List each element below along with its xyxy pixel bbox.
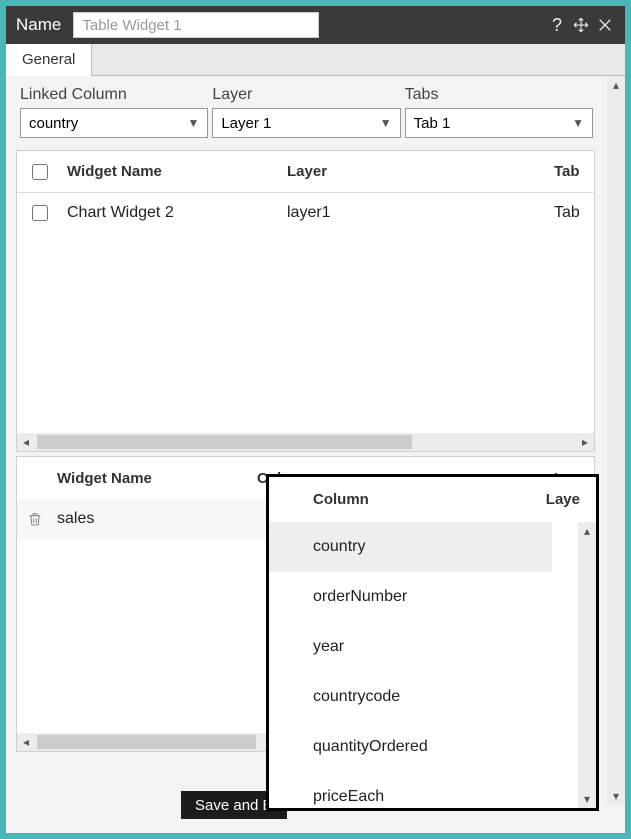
widgets-table: Widget Name Layer Tab Chart Widget 2 lay… xyxy=(16,150,595,452)
tabs-label: Tabs xyxy=(405,86,593,104)
layer-value: Layer 1 xyxy=(221,115,271,132)
dropdown-option[interactable]: quantityOrdered xyxy=(313,722,596,772)
move-icon[interactable] xyxy=(571,15,591,35)
select-all-checkbox[interactable] xyxy=(32,164,48,180)
filter-tabs: Tabs Tab 1 ▼ xyxy=(403,86,595,138)
dropdown-header-column: Column xyxy=(313,491,369,508)
dropdown-header-layer: Laye xyxy=(546,491,580,508)
dropdown-option[interactable]: country xyxy=(269,522,552,572)
col-layer: Layer xyxy=(283,163,554,180)
table-header: Widget Name Layer Tab xyxy=(17,151,594,193)
dropdown-option[interactable]: year xyxy=(313,622,596,672)
layer-label: Layer xyxy=(212,86,400,104)
scroll-thumb[interactable] xyxy=(37,735,256,749)
table-row[interactable]: Chart Widget 2 layer1 Tab xyxy=(17,193,594,233)
scroll-left-icon[interactable]: ◂ xyxy=(17,733,35,751)
chevron-down-icon: ▼ xyxy=(380,116,392,130)
column-dropdown: Column Laye country orderNumber year cou… xyxy=(266,474,599,811)
col-tab: Tab xyxy=(554,163,594,180)
tab-general[interactable]: General xyxy=(6,44,92,76)
dropdown-option[interactable]: orderNumber xyxy=(313,572,596,622)
scroll-down-icon[interactable]: ▾ xyxy=(578,790,596,808)
dropdown-option[interactable]: countrycode xyxy=(313,672,596,722)
row-checkbox[interactable] xyxy=(32,205,48,221)
layer-select[interactable]: Layer 1 ▼ xyxy=(212,108,400,138)
linked-column-value: country xyxy=(29,115,78,132)
name-label: Name xyxy=(16,15,61,35)
scroll-down-icon[interactable]: ▾ xyxy=(607,787,625,805)
delete-icon[interactable] xyxy=(17,510,53,528)
filter-layer: Layer Layer 1 ▼ xyxy=(210,86,402,138)
linked-column-select[interactable]: country ▼ xyxy=(20,108,208,138)
help-icon[interactable]: ? xyxy=(547,15,567,35)
scroll-up-icon[interactable]: ▴ xyxy=(607,76,625,94)
col-widget-name: Widget Name xyxy=(53,470,253,487)
chevron-down-icon: ▼ xyxy=(187,116,199,130)
dropdown-list: country orderNumber year countrycode qua… xyxy=(269,522,596,808)
dialog-frame: Name ? General ▴ ▾ Linked Column xyxy=(0,0,631,839)
row-name: sales xyxy=(53,510,253,528)
horizontal-scrollbar[interactable]: ◂ ▸ xyxy=(17,433,594,451)
scroll-right-icon[interactable]: ▸ xyxy=(576,433,594,451)
linked-column-label: Linked Column xyxy=(20,86,208,104)
scroll-left-icon[interactable]: ◂ xyxy=(17,433,35,451)
row-tab: Tab xyxy=(554,204,594,222)
col-widget-name: Widget Name xyxy=(63,163,283,180)
chevron-down-icon: ▼ xyxy=(572,116,584,130)
title-bar: Name ? xyxy=(6,6,625,44)
scroll-up-icon[interactable]: ▴ xyxy=(578,522,596,540)
tab-strip: General xyxy=(6,44,625,76)
dropdown-scrollbar[interactable]: ▴ ▾ xyxy=(578,522,596,808)
close-icon[interactable] xyxy=(595,15,615,35)
scroll-thumb[interactable] xyxy=(37,435,412,449)
row-layer: layer1 xyxy=(283,204,554,222)
tabs-select[interactable]: Tab 1 ▼ xyxy=(405,108,593,138)
tabs-value: Tab 1 xyxy=(414,115,451,132)
filters-row: Linked Column country ▼ Layer Layer 1 ▼ … xyxy=(14,82,599,146)
vertical-scrollbar[interactable]: ▴ ▾ xyxy=(607,76,625,805)
dropdown-option[interactable]: priceEach xyxy=(313,772,596,808)
row-name: Chart Widget 2 xyxy=(63,204,283,222)
name-input[interactable] xyxy=(73,12,319,38)
filter-linked-column: Linked Column country ▼ xyxy=(18,86,210,138)
